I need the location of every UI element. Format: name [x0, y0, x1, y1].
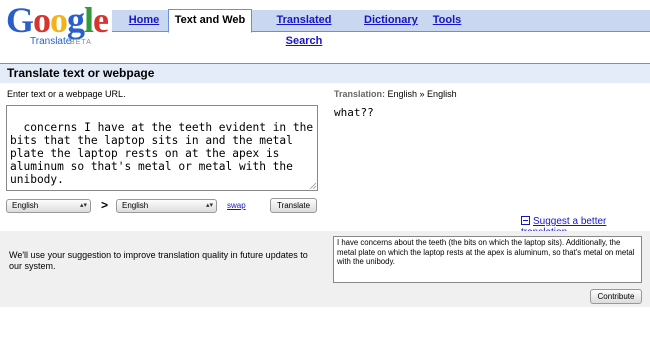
direction-arrow: > — [101, 198, 109, 212]
suggestion-text-value: I have concerns about the teeth (the bit… — [337, 238, 635, 266]
logo-letter: g — [67, 0, 85, 40]
translation-label-key: Translation: — [334, 89, 386, 99]
tab-tools[interactable]: Tools — [432, 10, 462, 31]
target-language-value: English — [122, 201, 149, 210]
translation-label: Translation: English » English — [334, 89, 457, 99]
translate-button[interactable]: Translate — [270, 198, 317, 213]
logo-letter: e — [93, 0, 109, 40]
source-label: Enter text or a webpage URL. — [7, 89, 126, 99]
source-language-value: English — [12, 201, 39, 210]
section-title: Translate text or webpage — [7, 66, 155, 80]
translation-languages: English » English — [387, 89, 457, 99]
logo-letter: G — [6, 0, 34, 40]
tab-translated-search[interactable]: Translated Search — [262, 10, 346, 47]
tab-bar: Home Text and Web Translated Search Dict… — [112, 9, 650, 47]
logo-letter: o — [50, 0, 68, 40]
suggestion-textarea[interactable]: I have concerns about the teeth (the bit… — [333, 236, 642, 283]
translation-result: what?? — [334, 106, 374, 119]
google-translate-logo[interactable]: Google Translate BETA — [6, 0, 109, 47]
beta-badge: BETA — [70, 39, 92, 46]
google-wordmark: Google — [6, 0, 109, 40]
section-header: Translate text or webpage — [0, 63, 650, 83]
resize-handle-icon[interactable] — [309, 182, 316, 189]
tab-dictionary[interactable]: Dictionary — [364, 10, 418, 31]
source-text-input[interactable]: concerns I have at the teeth evident in … — [6, 105, 318, 191]
source-text-value: concerns I have at the teeth evident in … — [10, 121, 314, 186]
select-arrows-icon: ▴▾ — [79, 202, 87, 209]
tab-home[interactable]: Home — [126, 10, 162, 31]
collapse-icon — [521, 215, 530, 225]
target-language-select[interactable]: English ▴▾ — [116, 199, 217, 213]
select-arrows-icon: ▴▾ — [205, 202, 213, 209]
contribute-button[interactable]: Contribute — [590, 289, 642, 304]
logo-product-name: Translate — [30, 36, 72, 47]
swap-languages-link[interactable]: swap — [227, 201, 246, 210]
logo-letter: o — [33, 0, 51, 40]
tab-text-and-web[interactable]: Text and Web — [168, 9, 252, 33]
suggestion-note: We'll use your suggestion to improve tra… — [9, 250, 308, 271]
logo-letter: l — [84, 0, 94, 40]
source-language-select[interactable]: English ▴▾ — [6, 199, 91, 213]
